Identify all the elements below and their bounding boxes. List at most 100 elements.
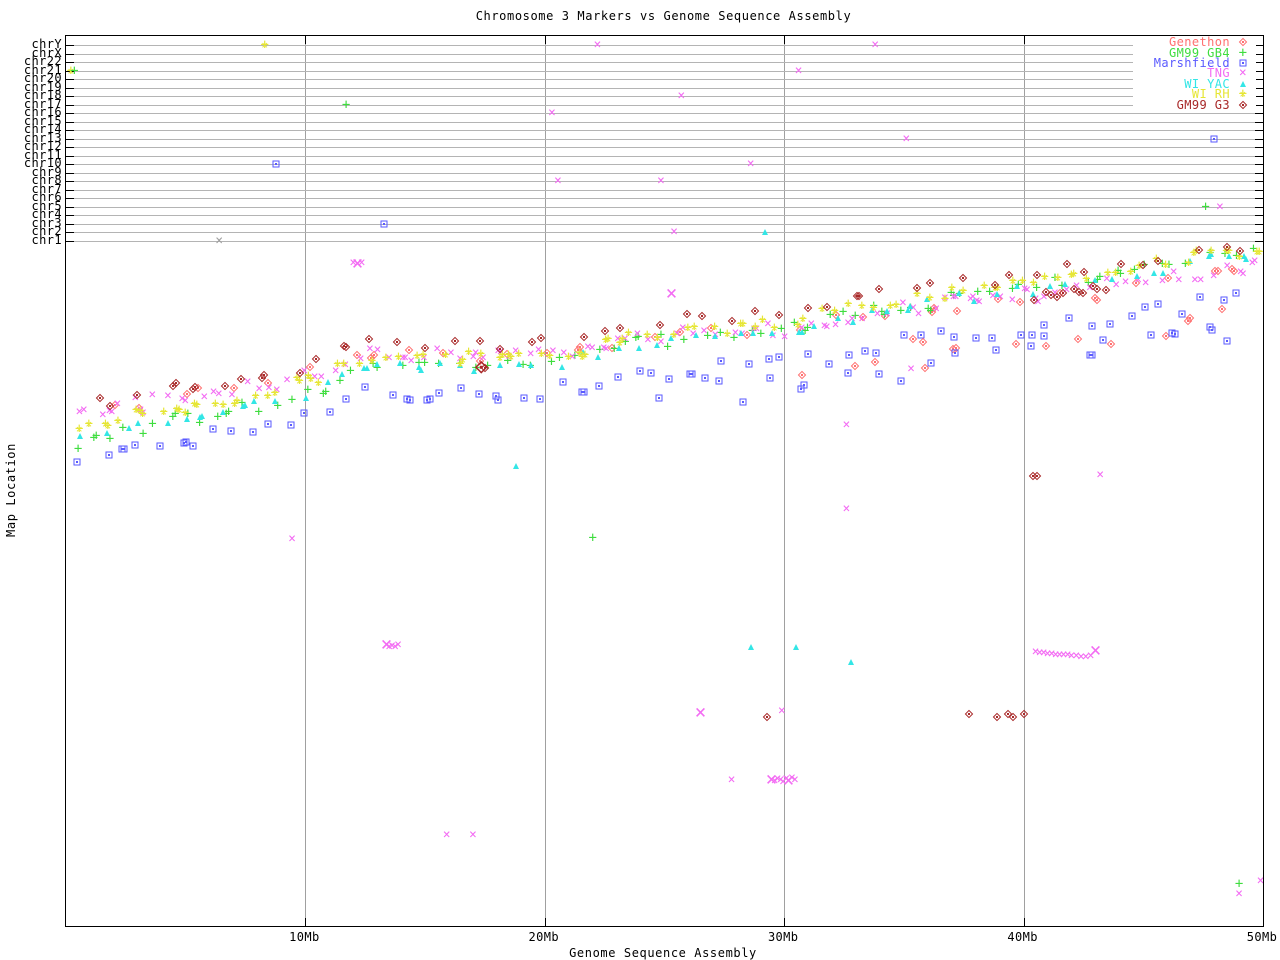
scatter-point bbox=[341, 394, 350, 403]
scatter-point bbox=[614, 373, 623, 382]
scatter-point bbox=[792, 643, 801, 652]
chromosome-gridline bbox=[66, 139, 1263, 140]
scatter-point bbox=[987, 333, 996, 342]
scatter-point bbox=[1222, 337, 1231, 346]
x-axis-tick-bottom bbox=[545, 918, 546, 926]
scatter-point bbox=[192, 401, 201, 410]
y-axis-tick-left bbox=[66, 156, 74, 157]
scatter-point bbox=[208, 424, 217, 433]
scatter-point bbox=[794, 66, 803, 75]
scatter-point bbox=[564, 352, 573, 361]
scatter-point bbox=[926, 279, 935, 288]
scatter-point bbox=[527, 337, 536, 346]
y-axis-tick-right bbox=[1255, 224, 1263, 225]
scatter-point bbox=[1040, 320, 1049, 329]
chromosome-gridline bbox=[66, 232, 1263, 233]
scatter-point bbox=[159, 407, 168, 416]
scatter-point bbox=[1209, 271, 1218, 280]
x-tick-label: 10Mb bbox=[274, 930, 334, 944]
scatter-point bbox=[822, 322, 831, 331]
scatter-point bbox=[914, 310, 923, 319]
legend-marker-icon bbox=[1239, 100, 1248, 109]
scatter-point bbox=[664, 375, 673, 384]
scatter-point bbox=[1008, 712, 1017, 721]
scatter-point bbox=[905, 302, 914, 311]
chromosome-gridline bbox=[66, 190, 1263, 191]
scatter-point bbox=[1170, 329, 1179, 338]
scatter-point bbox=[514, 349, 523, 358]
scatter-point bbox=[357, 258, 366, 267]
chromosome-gridline bbox=[66, 88, 1263, 89]
y-axis-tick-right bbox=[1255, 45, 1263, 46]
scatter-point bbox=[744, 360, 753, 369]
scatter-point bbox=[364, 335, 373, 344]
scatter-point bbox=[1016, 331, 1025, 340]
scatter-point bbox=[125, 423, 134, 432]
scatter-point bbox=[872, 348, 881, 357]
scatter-point bbox=[1186, 313, 1195, 322]
scatter-point bbox=[1069, 270, 1078, 279]
chromosome-gridline bbox=[66, 198, 1263, 199]
scatter-point bbox=[581, 350, 590, 359]
y-axis-tick-left bbox=[66, 54, 74, 55]
scatter-point bbox=[188, 442, 197, 451]
scatter-point bbox=[1235, 880, 1244, 889]
y-axis-tick-left bbox=[66, 181, 74, 182]
x-axis-tick-top bbox=[305, 36, 306, 44]
scatter-point bbox=[1088, 321, 1097, 330]
scatter-point bbox=[300, 408, 309, 417]
scatter-point bbox=[845, 350, 854, 359]
scatter-point bbox=[717, 356, 726, 365]
y-axis-tick-right bbox=[1255, 198, 1263, 199]
scatter-point bbox=[103, 421, 112, 430]
scatter-point bbox=[758, 316, 767, 325]
x-axis-tick-top bbox=[1024, 36, 1025, 44]
scatter-point bbox=[875, 369, 884, 378]
chromosome-gridline bbox=[66, 122, 1263, 123]
scatter-point bbox=[435, 389, 444, 398]
scatter-point bbox=[1098, 335, 1107, 344]
scatter-point bbox=[92, 432, 101, 441]
scatter-point bbox=[694, 706, 708, 720]
scatter-point bbox=[1209, 134, 1218, 143]
scatter-point bbox=[1063, 259, 1072, 268]
scatter-point bbox=[1207, 247, 1216, 256]
legend-swatch bbox=[1230, 69, 1256, 78]
scatter-point bbox=[871, 358, 880, 367]
x-axis-label: Genome Sequence Assembly bbox=[423, 946, 903, 960]
scatter-point bbox=[907, 364, 916, 373]
chromosome-label: chr1 bbox=[0, 234, 62, 246]
scatter-point bbox=[913, 283, 922, 292]
scatter-point bbox=[686, 369, 695, 378]
scatter-point bbox=[803, 350, 812, 359]
scatter-point bbox=[181, 408, 190, 417]
scatter-point bbox=[323, 377, 332, 386]
scatter-point bbox=[857, 301, 866, 310]
scatter-point bbox=[844, 368, 853, 377]
scatter-point bbox=[665, 286, 679, 300]
plot-area bbox=[65, 35, 1264, 927]
x-axis-tick-bottom bbox=[1024, 918, 1025, 926]
scatter-point bbox=[947, 284, 956, 293]
scatter-point bbox=[588, 533, 597, 542]
scatter-point bbox=[765, 354, 774, 363]
scatter-point bbox=[1223, 261, 1232, 270]
scatter-point bbox=[325, 407, 334, 416]
scatter-point bbox=[1008, 295, 1017, 304]
chromosome-gridline bbox=[66, 62, 1263, 63]
scatter-point bbox=[215, 236, 224, 245]
scatter-point bbox=[537, 334, 546, 343]
scatter-point bbox=[949, 332, 958, 341]
y-axis-tick-right bbox=[1255, 173, 1263, 174]
scatter-point bbox=[874, 284, 883, 293]
y-axis-tick-left bbox=[66, 79, 74, 80]
y-axis-tick-left bbox=[66, 147, 74, 148]
y-axis-tick-left bbox=[66, 113, 74, 114]
scatter-point bbox=[405, 396, 414, 405]
chromosome-gridline bbox=[66, 71, 1263, 72]
scatter-point bbox=[992, 346, 1001, 355]
chromosome-gridline bbox=[66, 130, 1263, 131]
scatter-point bbox=[1012, 339, 1021, 348]
scatter-point bbox=[1208, 326, 1217, 335]
scatter-point bbox=[171, 379, 180, 388]
